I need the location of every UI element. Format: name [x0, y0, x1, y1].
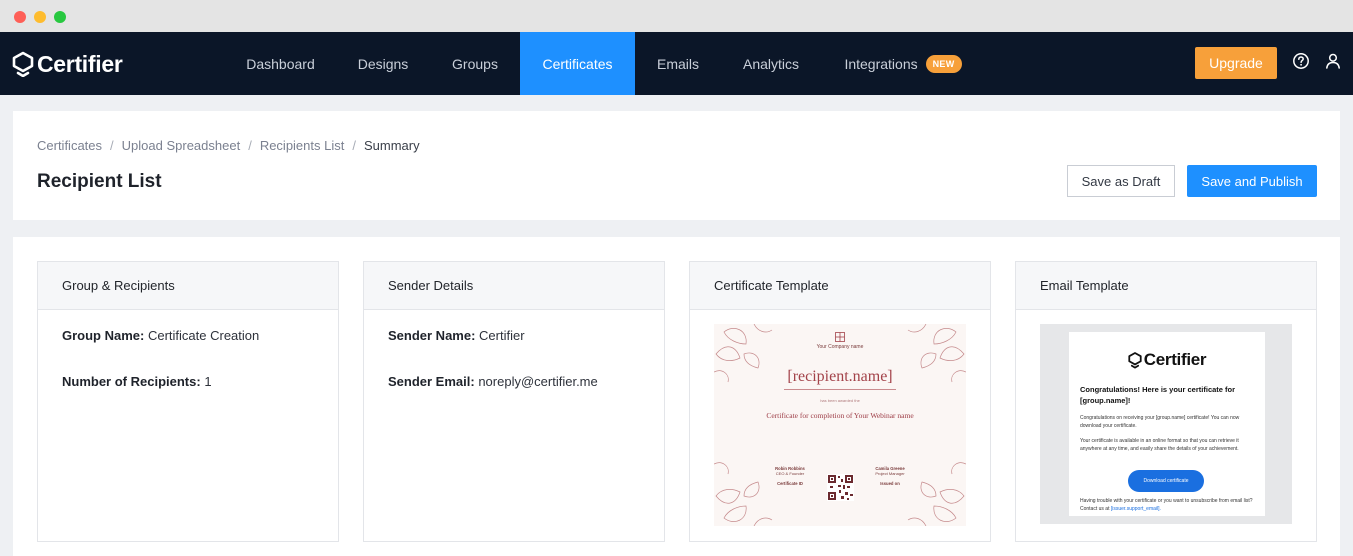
certificate-company-name: Your Company name	[816, 344, 864, 350]
sender-email-value: noreply@certifier.me	[478, 374, 598, 389]
qr-code-icon	[827, 474, 854, 501]
nav-item-integrations-label: Integrations	[844, 55, 918, 72]
certificate-presented-text: has been awarded the	[820, 398, 860, 403]
certificate-signature-right: Camila Greene Project Manager Issued on	[860, 466, 920, 486]
page-title: Recipient List	[37, 171, 162, 192]
certificate-template-panel: Certificate Template Your Company name […	[689, 261, 991, 542]
breadcrumb-summary: Summary	[363, 138, 420, 153]
breadcrumb-separator: /	[248, 138, 252, 153]
user-icon[interactable]	[1324, 52, 1342, 70]
summary-section: Group & Recipients Group Name: Certifica…	[13, 237, 1340, 556]
support-email-link[interactable]: [issuer.support_email].	[1111, 506, 1161, 512]
group-name-label: Group Name:	[62, 328, 145, 343]
sender-details-panel: Sender Details Sender Name: Certifier Se…	[363, 261, 665, 542]
close-window-button[interactable]	[14, 11, 26, 23]
minimize-window-button[interactable]	[34, 11, 46, 23]
page-header: Certificates / Upload Spreadsheet / Reci…	[13, 111, 1340, 220]
email-preview[interactable]: Certifier Congratulations! Here is your …	[1040, 324, 1292, 524]
nav-item-groups[interactable]: Groups	[430, 32, 520, 95]
breadcrumb-certificates[interactable]: Certificates	[37, 138, 102, 153]
recipients-count-field: Number of Recipients: 1	[62, 374, 212, 389]
certificate-id-label: Certificate ID	[777, 481, 803, 486]
sender-email-field: Sender Email: noreply@certifier.me	[388, 374, 598, 389]
email-paragraph-1: Congratulations on receiving your [group…	[1080, 415, 1240, 429]
nav-item-emails[interactable]: Emails	[635, 32, 721, 95]
group-name-value: Certificate Creation	[147, 328, 260, 343]
recipients-count-label: Number of Recipients:	[62, 374, 201, 389]
signer-left-role: CEO & Founder	[775, 471, 805, 476]
nav-item-integrations[interactable]: Integrations NEW	[821, 32, 985, 95]
group-recipients-panel: Group & Recipients Group Name: Certifica…	[37, 261, 339, 542]
issued-on-label: Issued on	[880, 481, 900, 486]
email-paragraph-2: Your certificate is available in an onli…	[1080, 438, 1239, 452]
sender-email-label: Sender Email:	[388, 374, 475, 389]
panel-title: Certificate Template	[690, 262, 990, 310]
certificate-signature-left: Robin Robbins CEO & Founder Certificate …	[760, 466, 820, 486]
certifier-logo-icon	[1128, 352, 1142, 369]
email-brand-logo: Certifier	[1069, 350, 1265, 370]
brand-name: Certifier	[37, 50, 123, 77]
certifier-logo-icon	[12, 51, 34, 77]
email-footer-text: Having trouble with your certificate or …	[1080, 498, 1253, 512]
window-titlebar	[0, 0, 1353, 32]
nav-item-dashboard[interactable]: Dashboard	[236, 32, 325, 95]
breadcrumb: Certificates / Upload Spreadsheet / Reci…	[37, 138, 420, 153]
save-as-draft-button[interactable]: Save as Draft	[1067, 165, 1175, 197]
panel-title: Email Template	[1016, 262, 1316, 310]
panel-title: Sender Details	[364, 262, 664, 310]
email-brand-name: Certifier	[1143, 350, 1207, 369]
certificate-title: Certificate for completion of Your Webin…	[766, 411, 914, 420]
email-template-panel: Email Template Certifier Congratulations…	[1015, 261, 1317, 542]
certificate-preview[interactable]: Your Company name [recipient.name] has b…	[714, 324, 966, 526]
sender-name-value: Certifier	[479, 328, 525, 343]
maximize-window-button[interactable]	[54, 11, 66, 23]
certificate-divider	[784, 389, 896, 390]
company-logo-icon	[835, 332, 845, 342]
recipients-count-value: 1	[204, 374, 212, 389]
breadcrumb-recipients-list[interactable]: Recipients List	[260, 138, 345, 153]
sender-name-field: Sender Name: Certifier	[388, 328, 525, 343]
breadcrumb-separator: /	[352, 138, 356, 153]
breadcrumb-upload-spreadsheet[interactable]: Upload Spreadsheet	[122, 138, 241, 153]
email-body: Certifier Congratulations! Here is your …	[1069, 332, 1265, 516]
breadcrumb-separator: /	[110, 138, 114, 153]
nav-item-analytics[interactable]: Analytics	[721, 32, 821, 95]
help-circle-icon[interactable]	[1292, 52, 1310, 70]
group-name-field: Group Name: Certificate Creation	[62, 328, 259, 343]
top-navigation: Certifier Dashboard Designs Groups Certi…	[0, 32, 1353, 95]
upgrade-button[interactable]: Upgrade	[1195, 47, 1277, 79]
nav-item-certificates[interactable]: Certificates	[520, 32, 635, 95]
download-certificate-button[interactable]: Download certificate	[1128, 470, 1204, 492]
nav-item-designs[interactable]: Designs	[336, 32, 430, 95]
signer-right-role: Project Manager	[875, 471, 905, 476]
email-footer: Having trouble with your certificate or …	[1080, 498, 1260, 513]
brand-logo[interactable]: Certifier	[12, 50, 123, 78]
certificate-recipient-name: [recipient.name]	[787, 368, 893, 385]
new-badge: NEW	[925, 54, 962, 73]
email-heading: Congratulations! Here is your certificat…	[1080, 385, 1236, 405]
save-and-publish-button[interactable]: Save and Publish	[1187, 165, 1317, 197]
sender-name-label: Sender Name:	[388, 328, 476, 343]
panel-title: Group & Recipients	[38, 262, 338, 310]
